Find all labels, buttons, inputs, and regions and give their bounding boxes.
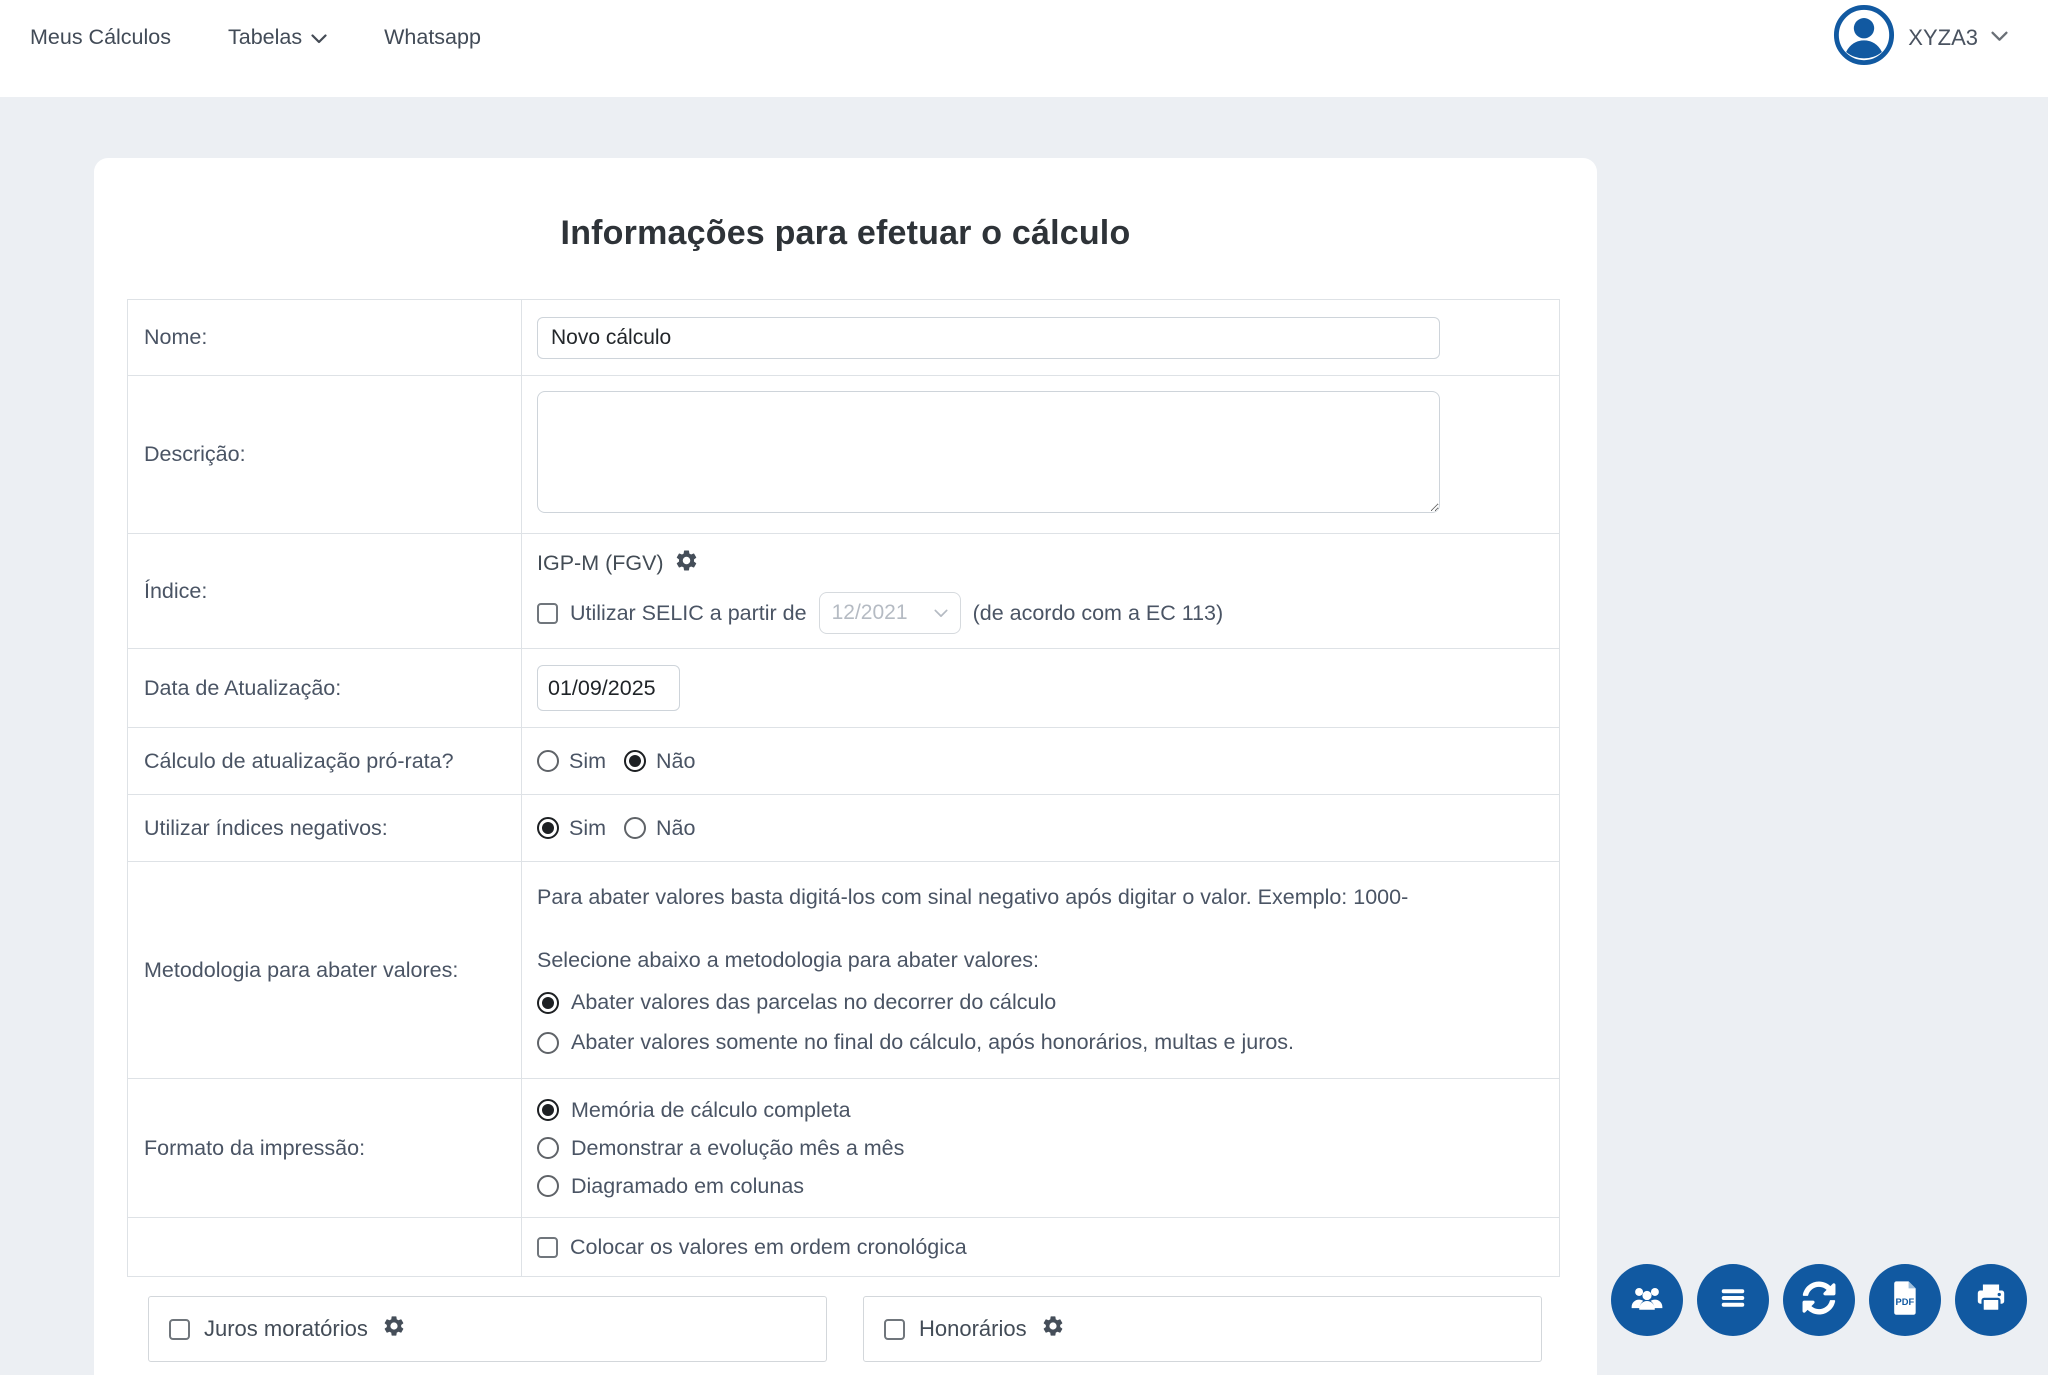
juros-moratorios-box: Juros moratórios <box>148 1296 827 1362</box>
prorata-radio-nao[interactable] <box>624 750 646 772</box>
row-nome: Nome: <box>128 300 1560 376</box>
row-indice: Índice: IGP-M (FGV) Utilizar SELIC a par… <box>128 534 1560 649</box>
data-atualizacao-label: Data de Atualização: <box>128 649 522 728</box>
top-navbar: Meus Cálculos Tabelas Whatsapp XYZA3 <box>0 0 2048 97</box>
chevron-down-icon <box>1991 29 2008 47</box>
username: XYZA3 <box>1908 25 1978 51</box>
juros-moratorios-label: Juros moratórios <box>204 1316 368 1342</box>
selic-month-select[interactable]: 12/2021 <box>819 592 961 634</box>
row-metodologia: Metodologia para abater valores: Para ab… <box>128 862 1560 1079</box>
pdf-file-icon: PDF <box>1889 1279 1921 1322</box>
metodologia-option-final: Abater valores somente no final do cálcu… <box>571 1030 1294 1055</box>
negativos-radio-nao[interactable] <box>624 817 646 839</box>
calculation-form-card: Informações para efetuar o cálculo Nome:… <box>94 158 1597 1375</box>
metodologia-subtitle: Selecione abaixo a metodologia para abat… <box>537 948 1543 973</box>
data-atualizacao-input[interactable] <box>537 665 680 711</box>
nav-item-tabelas[interactable]: Tabelas <box>228 25 327 50</box>
negativos-option-sim: Sim <box>569 816 606 841</box>
row-indices-negativos: Utilizar índices negativos: Sim Não <box>128 795 1560 862</box>
ordem-cronologica-label: Colocar os valores em ordem cronológica <box>570 1235 967 1260</box>
floating-action-bar: PDF <box>1611 1264 2027 1336</box>
prorata-radio-sim[interactable] <box>537 750 559 772</box>
formato-option-colunas: Diagramado em colunas <box>571 1174 804 1199</box>
row-ordem-cronologica: Colocar os valores em ordem cronológica <box>128 1218 1560 1277</box>
formato-radio-colunas[interactable] <box>537 1175 559 1197</box>
descricao-textarea[interactable] <box>537 391 1440 513</box>
menu-icon <box>1715 1280 1751 1321</box>
negativos-label: Utilizar índices negativos: <box>128 795 522 862</box>
metodologia-option-parcelas: Abater valores das parcelas no decorrer … <box>571 990 1056 1015</box>
nome-label: Nome: <box>128 300 522 376</box>
metodologia-label: Metodologia para abater valores: <box>128 862 522 1079</box>
row-formato: Formato da impressão: Memória de cálculo… <box>128 1079 1560 1218</box>
menu-button[interactable] <box>1697 1264 1769 1336</box>
honorarios-box: Honorários <box>863 1296 1542 1362</box>
clients-button[interactable] <box>1611 1264 1683 1336</box>
user-menu[interactable]: XYZA3 <box>1833 4 2008 71</box>
pdf-text: PDF <box>1896 1297 1915 1307</box>
export-pdf-button[interactable]: PDF <box>1869 1264 1941 1336</box>
formato-label: Formato da impressão: <box>128 1079 522 1218</box>
empty-label <box>128 1218 522 1277</box>
gear-icon[interactable] <box>674 548 699 579</box>
selic-label: Utilizar SELIC a partir de <box>570 601 807 626</box>
honorarios-label: Honorários <box>919 1316 1027 1342</box>
indice-value: IGP-M (FGV) <box>537 551 664 576</box>
print-button[interactable] <box>1955 1264 2027 1336</box>
selic-select-value: 12/2021 <box>832 601 908 625</box>
nav-item-label: Whatsapp <box>384 25 481 50</box>
nav-item-label: Meus Cálculos <box>30 25 171 50</box>
honorarios-checkbox[interactable] <box>884 1319 905 1340</box>
formato-option-memoria: Memória de cálculo completa <box>571 1098 851 1123</box>
chevron-down-icon <box>311 25 327 50</box>
ordem-cronologica-checkbox[interactable] <box>537 1237 558 1258</box>
row-data-atualizacao: Data de Atualização: <box>128 649 1560 728</box>
gear-icon[interactable] <box>1041 1314 1065 1344</box>
sync-icon <box>1802 1281 1836 1320</box>
nav-item-whatsapp[interactable]: Whatsapp <box>384 25 481 50</box>
descricao-label: Descrição: <box>128 376 522 534</box>
calculation-form-table: Nome: Descrição: Índice: IGP-M (FGV) <box>127 299 1560 1277</box>
prorata-option-nao: Não <box>656 749 695 774</box>
negativos-radio-sim[interactable] <box>537 817 559 839</box>
negativos-option-nao: Não <box>656 816 695 841</box>
selic-suffix: (de acordo com a EC 113) <box>973 601 1224 626</box>
page-title: Informações para efetuar o cálculo <box>94 214 1597 253</box>
row-descricao: Descrição: <box>128 376 1560 534</box>
prorata-option-sim: Sim <box>569 749 606 774</box>
extra-options-row: Juros moratórios Honorários <box>148 1296 1542 1362</box>
indice-label: Índice: <box>128 534 522 649</box>
prorata-label: Cálculo de atualização pró-rata? <box>128 728 522 795</box>
selic-checkbox[interactable] <box>537 603 558 624</box>
formato-radio-evolucao[interactable] <box>537 1137 559 1159</box>
formato-radio-memoria[interactable] <box>537 1099 559 1121</box>
row-prorata: Cálculo de atualização pró-rata? Sim Não <box>128 728 1560 795</box>
nav-item-label: Tabelas <box>228 25 302 50</box>
gear-icon[interactable] <box>382 1314 406 1344</box>
juros-moratorios-checkbox[interactable] <box>169 1319 190 1340</box>
formato-option-evolucao: Demonstrar a evolução mês a mês <box>571 1136 904 1161</box>
metodologia-hint: Para abater valores basta digitá-los com… <box>537 885 1543 910</box>
metodologia-radio-final[interactable] <box>537 1032 559 1054</box>
avatar <box>1833 4 1895 71</box>
users-icon <box>1628 1279 1666 1322</box>
nome-input[interactable] <box>537 317 1440 359</box>
nav-item-meus-calculos[interactable]: Meus Cálculos <box>30 25 171 50</box>
printer-icon <box>1973 1280 2009 1321</box>
recalculate-button[interactable] <box>1783 1264 1855 1336</box>
metodologia-radio-parcelas[interactable] <box>537 992 559 1014</box>
